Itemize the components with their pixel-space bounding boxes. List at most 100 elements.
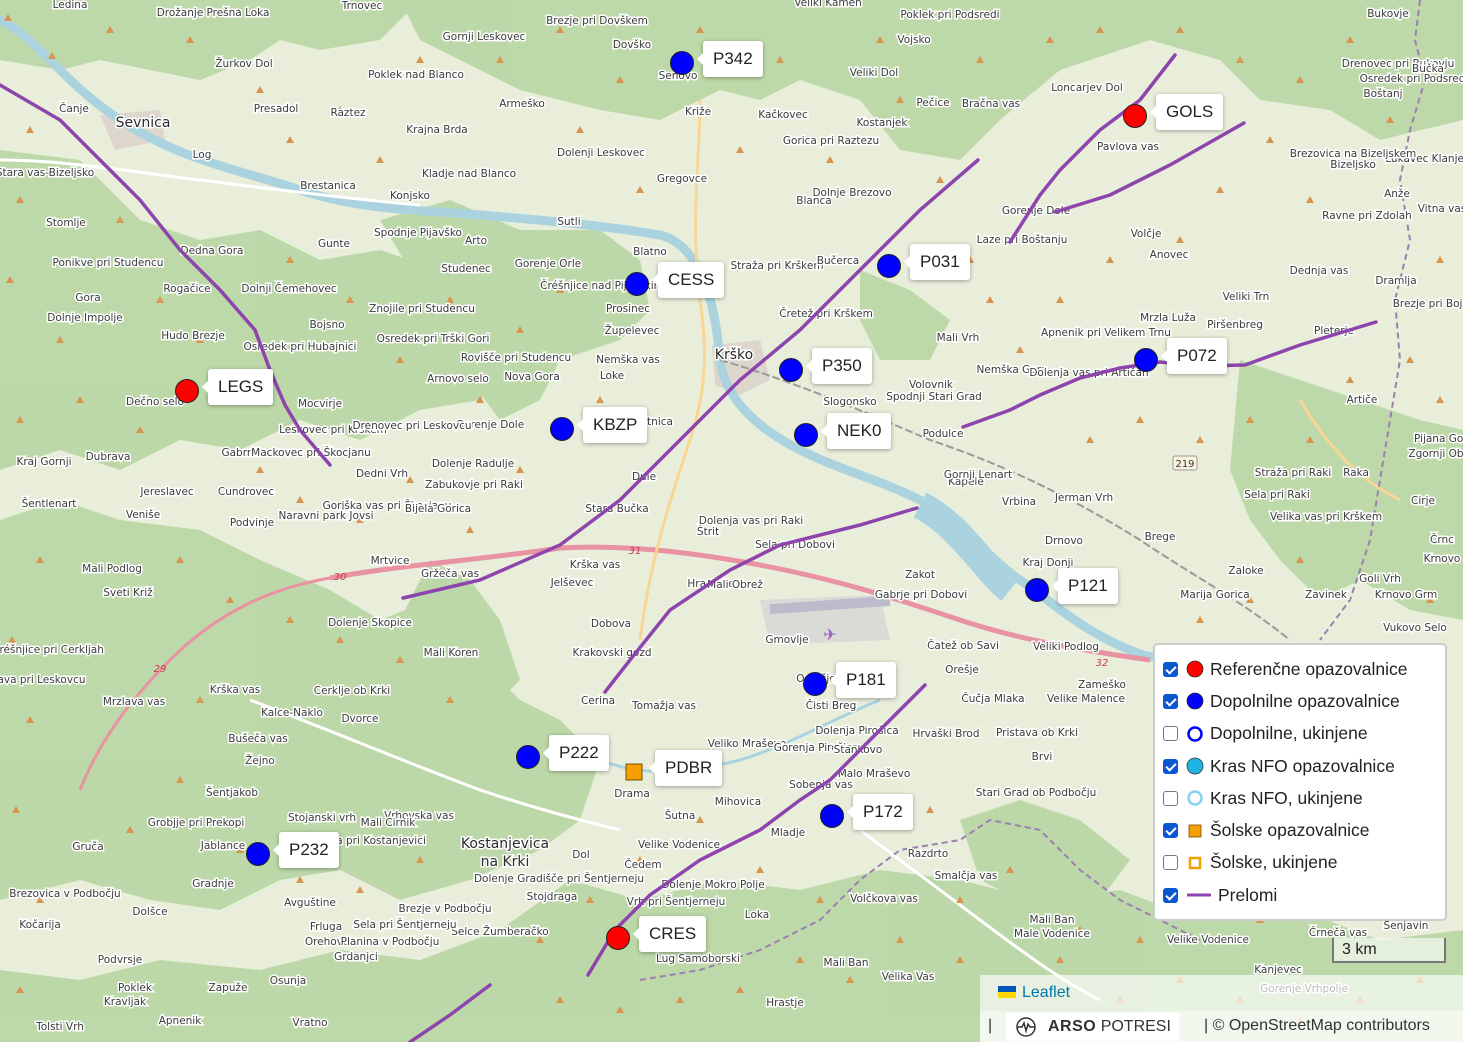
svg-text:219: 219 — [1175, 459, 1194, 470]
place-name: Sela pri Šentjerneju — [353, 918, 456, 931]
place-name: Gradnje — [192, 878, 234, 890]
station-label-p222[interactable]: P222 — [543, 735, 609, 771]
station-label-p350[interactable]: P350 — [806, 348, 872, 384]
station-label-p181[interactable]: P181 — [830, 662, 896, 698]
osm-attribution[interactable]: | © OpenStreetMap contributors — [1204, 1017, 1430, 1035]
legend-checkbox[interactable] — [1163, 758, 1178, 774]
station-marker-p232[interactable] — [246, 842, 270, 866]
station-label-p121[interactable]: P121 — [1052, 568, 1118, 604]
station-marker-gols[interactable] — [1123, 104, 1147, 128]
place-name: Trnovec — [341, 0, 383, 12]
place-name: Pavlova vas — [1097, 141, 1159, 153]
place-name: Spodnji Stari Grad — [886, 391, 982, 403]
place-name: Hrastje — [766, 997, 804, 1009]
place-name: Drenovec pri Leskovcu — [352, 420, 471, 432]
arso-brand: ARSO — [1048, 1018, 1097, 1035]
legend-row[interactable]: Dopolnilne, ukinjene — [1163, 718, 1437, 750]
place-name: Dolenje Mokro Polje — [661, 879, 764, 891]
station-label-p232[interactable]: P232 — [273, 832, 339, 868]
leaflet-link-label: Leaflet — [1022, 984, 1071, 1001]
place-name: Veliki Kamen — [794, 0, 861, 9]
station-label-cess[interactable]: CESS — [651, 262, 725, 298]
place-name: Laze pri Boštanju — [977, 234, 1068, 246]
station-label-p072[interactable]: P072 — [1161, 338, 1227, 374]
station-label-kbzp[interactable]: KBZP — [576, 407, 648, 443]
station-marker-p072[interactable] — [1134, 348, 1158, 372]
station-marker-cres[interactable] — [606, 926, 630, 950]
place-name: Kravljak — [104, 996, 147, 1008]
place-name: Dol — [572, 849, 589, 861]
legend-checkbox[interactable] — [1163, 790, 1178, 806]
cyan-circle-icon — [1186, 757, 1204, 775]
station-label-pdbr[interactable]: PDBR — [648, 750, 723, 786]
station-marker-nek0[interactable] — [794, 423, 818, 447]
station-label-legs[interactable]: LEGS — [201, 369, 274, 405]
place-name: Mali Koren — [424, 647, 479, 659]
potresi-brand: POTRESI — [1100, 1018, 1171, 1035]
station-marker-p350[interactable] — [779, 358, 803, 382]
legend-checkbox[interactable] — [1163, 726, 1178, 742]
station-label-gols[interactable]: GOLS — [1149, 94, 1224, 130]
place-name: Sutli — [557, 216, 580, 228]
station-marker-p222[interactable] — [516, 745, 540, 769]
town-name: Sevnica — [116, 115, 171, 131]
station-label-p031[interactable]: P031 — [904, 244, 970, 280]
place-name: Cerina — [581, 695, 615, 707]
place-name: Arnovo selo — [427, 373, 489, 385]
legend-row[interactable]: Referenčne opazovalnice — [1163, 653, 1437, 685]
place-name: Blatno — [633, 246, 667, 258]
road-number-shield: 30 — [334, 572, 347, 583]
station-marker-p181[interactable] — [803, 672, 827, 696]
place-name: Zakot — [905, 569, 935, 581]
station-label-p172[interactable]: P172 — [847, 794, 913, 830]
place-name: Brezje v Podbočju — [398, 903, 491, 915]
place-name: Sela pri Raki — [1244, 489, 1310, 501]
place-name: Bijela Gorica — [405, 503, 471, 515]
place-name: Poklek — [118, 982, 153, 994]
place-name: Volčkova vas — [850, 893, 918, 905]
town-name: Krško — [715, 347, 753, 363]
place-name: Prosinec — [606, 303, 650, 315]
legend-checkbox[interactable] — [1163, 855, 1178, 871]
station-marker-pdbr[interactable] — [625, 763, 643, 781]
station-label-p342[interactable]: P342 — [697, 41, 763, 77]
station-marker-kbzp[interactable] — [550, 417, 574, 441]
legend-checkbox[interactable] — [1163, 887, 1178, 903]
legend-row[interactable]: Kras NFO opazovalnice — [1163, 750, 1437, 782]
station-marker-p121[interactable] — [1025, 578, 1049, 602]
road-number-shield: 29 — [154, 664, 167, 675]
station-marker-legs[interactable] — [175, 379, 199, 403]
legend-row[interactable]: Šolske opazovalnice — [1163, 814, 1437, 846]
place-name: Armeško — [499, 98, 545, 110]
place-name: Čučja Mlaka — [961, 692, 1024, 705]
layer-legend[interactable]: Referenčne opazovalnice Dopolnilne opazov… — [1153, 643, 1447, 921]
svg-text:29: 29 — [154, 664, 167, 675]
legend-row[interactable]: Dopolnilne opazovalnice — [1163, 685, 1437, 717]
legend-checkbox[interactable] — [1163, 661, 1178, 677]
station-marker-p172[interactable] — [820, 804, 844, 828]
legend-checkbox[interactable] — [1163, 823, 1178, 839]
leaflet-link[interactable]: Leaflet — [998, 984, 1070, 1002]
station-label-nek0[interactable]: NEK0 — [820, 413, 892, 449]
leaflet-attribution: Leaflet — [980, 975, 1463, 1011]
station-marker-p342[interactable] — [670, 51, 694, 75]
legend-row[interactable]: Šolske, ukinjene — [1163, 847, 1437, 879]
station-label-cres[interactable]: CRES — [632, 916, 707, 952]
legend-row[interactable]: Prelomi — [1163, 879, 1437, 911]
place-name: Mali Cirnik — [361, 817, 417, 829]
place-name: Grdanjci — [334, 951, 378, 963]
place-name: Dovško — [613, 39, 651, 51]
legend-row[interactable]: Kras NFO, ukinjene — [1163, 782, 1437, 814]
place-name: Hudo Brezje — [161, 330, 225, 342]
place-name: Žejno — [245, 754, 275, 767]
legend-checkbox[interactable] — [1163, 693, 1178, 709]
station-marker-p031[interactable] — [877, 254, 901, 278]
station-marker-cess[interactable] — [625, 272, 649, 296]
arso-potresi-logo[interactable]: ARSO POTRESI — [1006, 1013, 1179, 1041]
place-name: Veliki Dol — [850, 67, 898, 79]
legend-label: Šolske opazovalnice — [1210, 820, 1370, 841]
place-name: Ledina — [53, 0, 88, 11]
place-name: Čisti Breg — [806, 699, 857, 712]
place-name: Mali Ban — [1030, 914, 1075, 926]
map-attribution: | ARSO POTRESI | © OpenStreetMap contrib… — [980, 1011, 1463, 1042]
